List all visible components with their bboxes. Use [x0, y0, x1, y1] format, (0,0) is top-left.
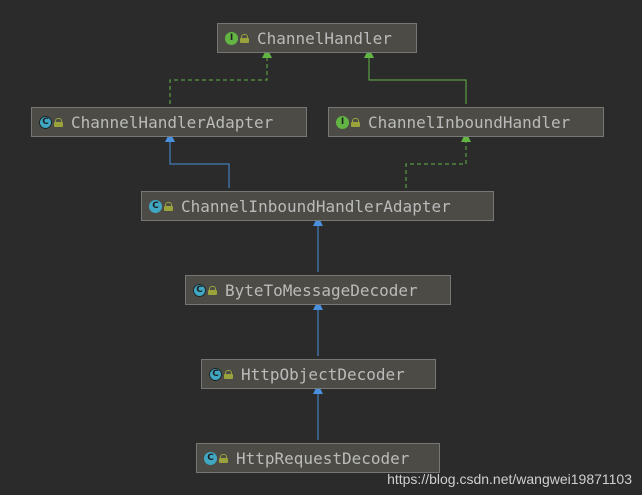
edge-inbound-extends-handler	[364, 48, 467, 104]
lock-icon	[54, 117, 63, 127]
node-channel-handler-adapter[interactable]: C ChannelHandlerAdapter	[31, 107, 307, 137]
node-channel-handler[interactable]: I ChannelHandler	[217, 23, 417, 53]
lock-icon	[164, 201, 173, 211]
interface-icon: I	[336, 115, 349, 129]
node-label: ChannelHandler	[257, 28, 392, 48]
lock-icon	[208, 285, 217, 295]
edge-inbound-adapter-implements-inbound	[405, 132, 471, 188]
lock-icon	[224, 369, 233, 379]
node-byte-to-message-decoder[interactable]: C ByteToMessageDecoder	[185, 275, 451, 305]
watermark-url: https://blog.csdn.net/wangwei19871103	[387, 471, 632, 487]
lock-icon	[351, 117, 360, 127]
node-label: ChannelHandlerAdapter	[71, 112, 274, 132]
node-http-object-decoder[interactable]: C HttpObjectDecoder	[201, 359, 436, 389]
edge-adapter-implements-handler	[169, 48, 272, 104]
class-icon: C	[204, 451, 217, 465]
node-label: HttpRequestDecoder	[236, 448, 410, 468]
node-label: HttpObjectDecoder	[241, 364, 405, 384]
node-label: ChannelInboundHandlerAdapter	[181, 196, 451, 216]
interface-icon: I	[225, 31, 238, 45]
abstract-class-icon: C	[209, 367, 222, 381]
node-channel-inbound-handler-adapter[interactable]: C ChannelInboundHandlerAdapter	[141, 191, 494, 221]
class-icon: C	[149, 199, 162, 213]
lock-icon	[240, 33, 249, 43]
node-label: ByteToMessageDecoder	[225, 280, 418, 300]
inheritance-diagram	[165, 48, 471, 440]
node-label: ChannelInboundHandler	[368, 112, 571, 132]
node-channel-inbound-handler[interactable]: I ChannelInboundHandler	[328, 107, 604, 137]
abstract-class-icon: C	[39, 115, 52, 129]
node-http-request-decoder[interactable]: C HttpRequestDecoder	[196, 443, 440, 473]
edge-inbound-adapter-extends-adapter	[165, 132, 230, 188]
abstract-class-icon: C	[193, 283, 206, 297]
lock-icon	[219, 453, 228, 463]
